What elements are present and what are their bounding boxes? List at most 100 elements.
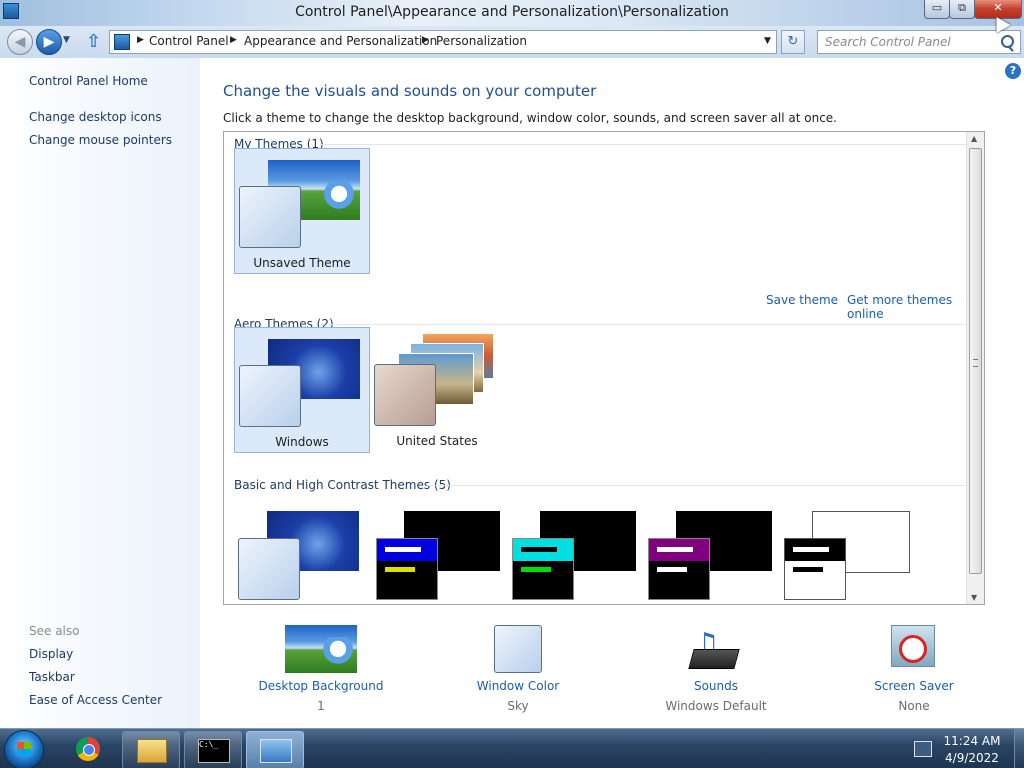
keyboard-icon — [688, 649, 740, 669]
left-pane: Control Panel Home Change desktop icons … — [0, 58, 200, 728]
setting-value: Windows Default — [665, 699, 767, 713]
breadcrumb-control-panel[interactable]: Control Panel — [149, 34, 229, 48]
setting-value: None — [898, 699, 930, 713]
breadcrumb-appearance[interactable]: Appearance and Personalization — [244, 34, 437, 48]
color-swatch — [376, 538, 438, 600]
theme-list[interactable]: My Themes (1) Unsaved Theme Save theme G… — [223, 131, 985, 605]
color-swatch — [239, 365, 301, 427]
control-panel-home-link[interactable]: Control Panel Home — [29, 74, 148, 88]
restore-button[interactable]: ⧉ — [949, 0, 975, 19]
ease-of-access-link[interactable]: Ease of Access Center — [29, 693, 162, 707]
group-header-basic-themes: Basic and High Contrast Themes (5) — [234, 478, 451, 492]
back-arrow-icon[interactable]: ◀ — [7, 29, 33, 55]
color-swatch — [784, 538, 846, 600]
theme-label: Windows — [275, 435, 329, 449]
save-theme-link[interactable]: Save theme — [766, 293, 838, 307]
color-swatch — [239, 186, 301, 248]
theme-windows-basic[interactable] — [234, 492, 368, 604]
grip-icon — [973, 359, 978, 367]
display-link[interactable]: Display — [29, 647, 73, 661]
change-mouse-pointers-link[interactable]: Change mouse pointers — [29, 133, 172, 147]
text-bar — [521, 567, 551, 572]
divider — [328, 324, 984, 325]
character-image — [323, 637, 353, 671]
chevron-right-icon[interactable]: ▶ — [137, 35, 144, 45]
text-bar — [793, 567, 823, 572]
help-icon[interactable]: ? — [1005, 63, 1021, 79]
clock-date[interactable]: 4/9/2022 — [942, 751, 1002, 765]
see-also-heading: See also — [29, 624, 80, 638]
search-placeholder: Search Control Panel — [825, 35, 951, 49]
folder-icon — [137, 739, 167, 763]
refresh-icon[interactable]: ↻ — [781, 30, 805, 54]
setting-label[interactable]: Sounds — [641, 679, 791, 693]
taskbar-control-panel[interactable] — [246, 731, 304, 768]
navigation-bar: ◀ ▶ ▼ ⇧ ▶ Control Panel ▶ Appearance and… — [0, 26, 1024, 58]
get-more-themes-link[interactable]: Get more themes online — [847, 293, 984, 321]
taskbar-link[interactable]: Taskbar — [29, 670, 75, 684]
minimize-button[interactable]: ▭ — [924, 0, 950, 19]
window-title: Control Panel\Appearance and Personaliza… — [295, 4, 729, 20]
no-symbol-icon — [899, 635, 927, 663]
taskbar-chrome[interactable] — [60, 731, 116, 767]
chrome-icon — [76, 737, 100, 761]
vertical-scrollbar[interactable]: ▲ ▼ — [966, 132, 984, 604]
color-swatch — [374, 364, 436, 426]
text-bar — [657, 547, 693, 552]
setting-label[interactable]: Screen Saver — [839, 679, 989, 693]
divider — [320, 144, 984, 145]
clock-time[interactable]: 11:24 AM — [942, 734, 1002, 748]
theme-label: Unsaved Theme — [253, 256, 351, 270]
theme-high-contrast-white[interactable] — [778, 492, 912, 604]
main-pane: ? Change the visuals and sounds on your … — [200, 58, 1024, 728]
command-prompt-icon: C:\_ — [198, 739, 230, 763]
color-swatch — [238, 538, 300, 600]
theme-high-contrast-1[interactable] — [370, 492, 504, 604]
divider — [427, 485, 984, 486]
color-swatch — [648, 538, 710, 600]
color-swatch — [512, 538, 574, 600]
scroll-up-icon[interactable]: ▲ — [971, 134, 977, 143]
taskbar-explorer[interactable] — [122, 731, 180, 768]
text-bar — [385, 547, 421, 552]
network-icon[interactable] — [914, 741, 932, 757]
up-arrow-icon[interactable]: ⇧ — [86, 31, 101, 52]
chevron-right-icon[interactable]: ▶ — [422, 35, 429, 45]
control-panel-icon — [114, 34, 130, 50]
windows-logo-icon — [17, 742, 31, 756]
setting-label[interactable]: Window Color — [443, 679, 593, 693]
forward-arrow-icon[interactable]: ▶ — [36, 29, 62, 55]
page-title: Change the visuals and sounds on your co… — [223, 82, 597, 100]
setting-label[interactable]: Desktop Background — [246, 679, 396, 693]
text-bar — [793, 547, 829, 552]
breadcrumb-personalization[interactable]: Personalization — [436, 34, 527, 48]
scroll-thumb[interactable] — [969, 148, 982, 574]
recent-pages-chevron-icon[interactable]: ▼ — [63, 35, 70, 45]
theme-label: United States — [396, 434, 478, 448]
theme-united-states[interactable]: United States — [370, 327, 504, 451]
taskbar: C:\_ 11:24 AM 4/9/2022 — [0, 728, 1024, 768]
start-button[interactable] — [4, 730, 44, 768]
address-bar[interactable]: ▶ Control Panel ▶ Appearance and Persona… — [109, 30, 777, 54]
text-bar — [521, 547, 557, 552]
color-swatch — [494, 625, 542, 673]
search-input[interactable]: Search Control Panel — [817, 30, 1021, 54]
theme-windows[interactable]: Windows — [234, 327, 370, 453]
wallpaper-thumbnail — [285, 625, 357, 673]
setting-value: 1 — [317, 699, 325, 713]
scroll-down-icon[interactable]: ▼ — [971, 593, 977, 602]
search-icon[interactable] — [1001, 35, 1014, 48]
text-bar — [657, 567, 687, 572]
change-desktop-icons-link[interactable]: Change desktop icons — [29, 110, 162, 124]
setting-value: Sky — [507, 699, 529, 713]
chevron-right-icon[interactable]: ▶ — [230, 35, 237, 45]
theme-unsaved[interactable]: Unsaved Theme — [234, 148, 370, 274]
show-desktop-button[interactable] — [1014, 729, 1024, 768]
taskbar-cmd[interactable]: C:\_ — [184, 731, 242, 768]
address-dropdown-icon[interactable]: ▼ — [764, 36, 771, 46]
text-bar — [385, 567, 415, 572]
theme-high-contrast-2[interactable] — [506, 492, 640, 604]
title-bar: Control Panel\Appearance and Personaliza… — [0, 0, 1024, 26]
theme-high-contrast-black[interactable] — [642, 492, 776, 604]
control-panel-icon — [260, 739, 292, 763]
